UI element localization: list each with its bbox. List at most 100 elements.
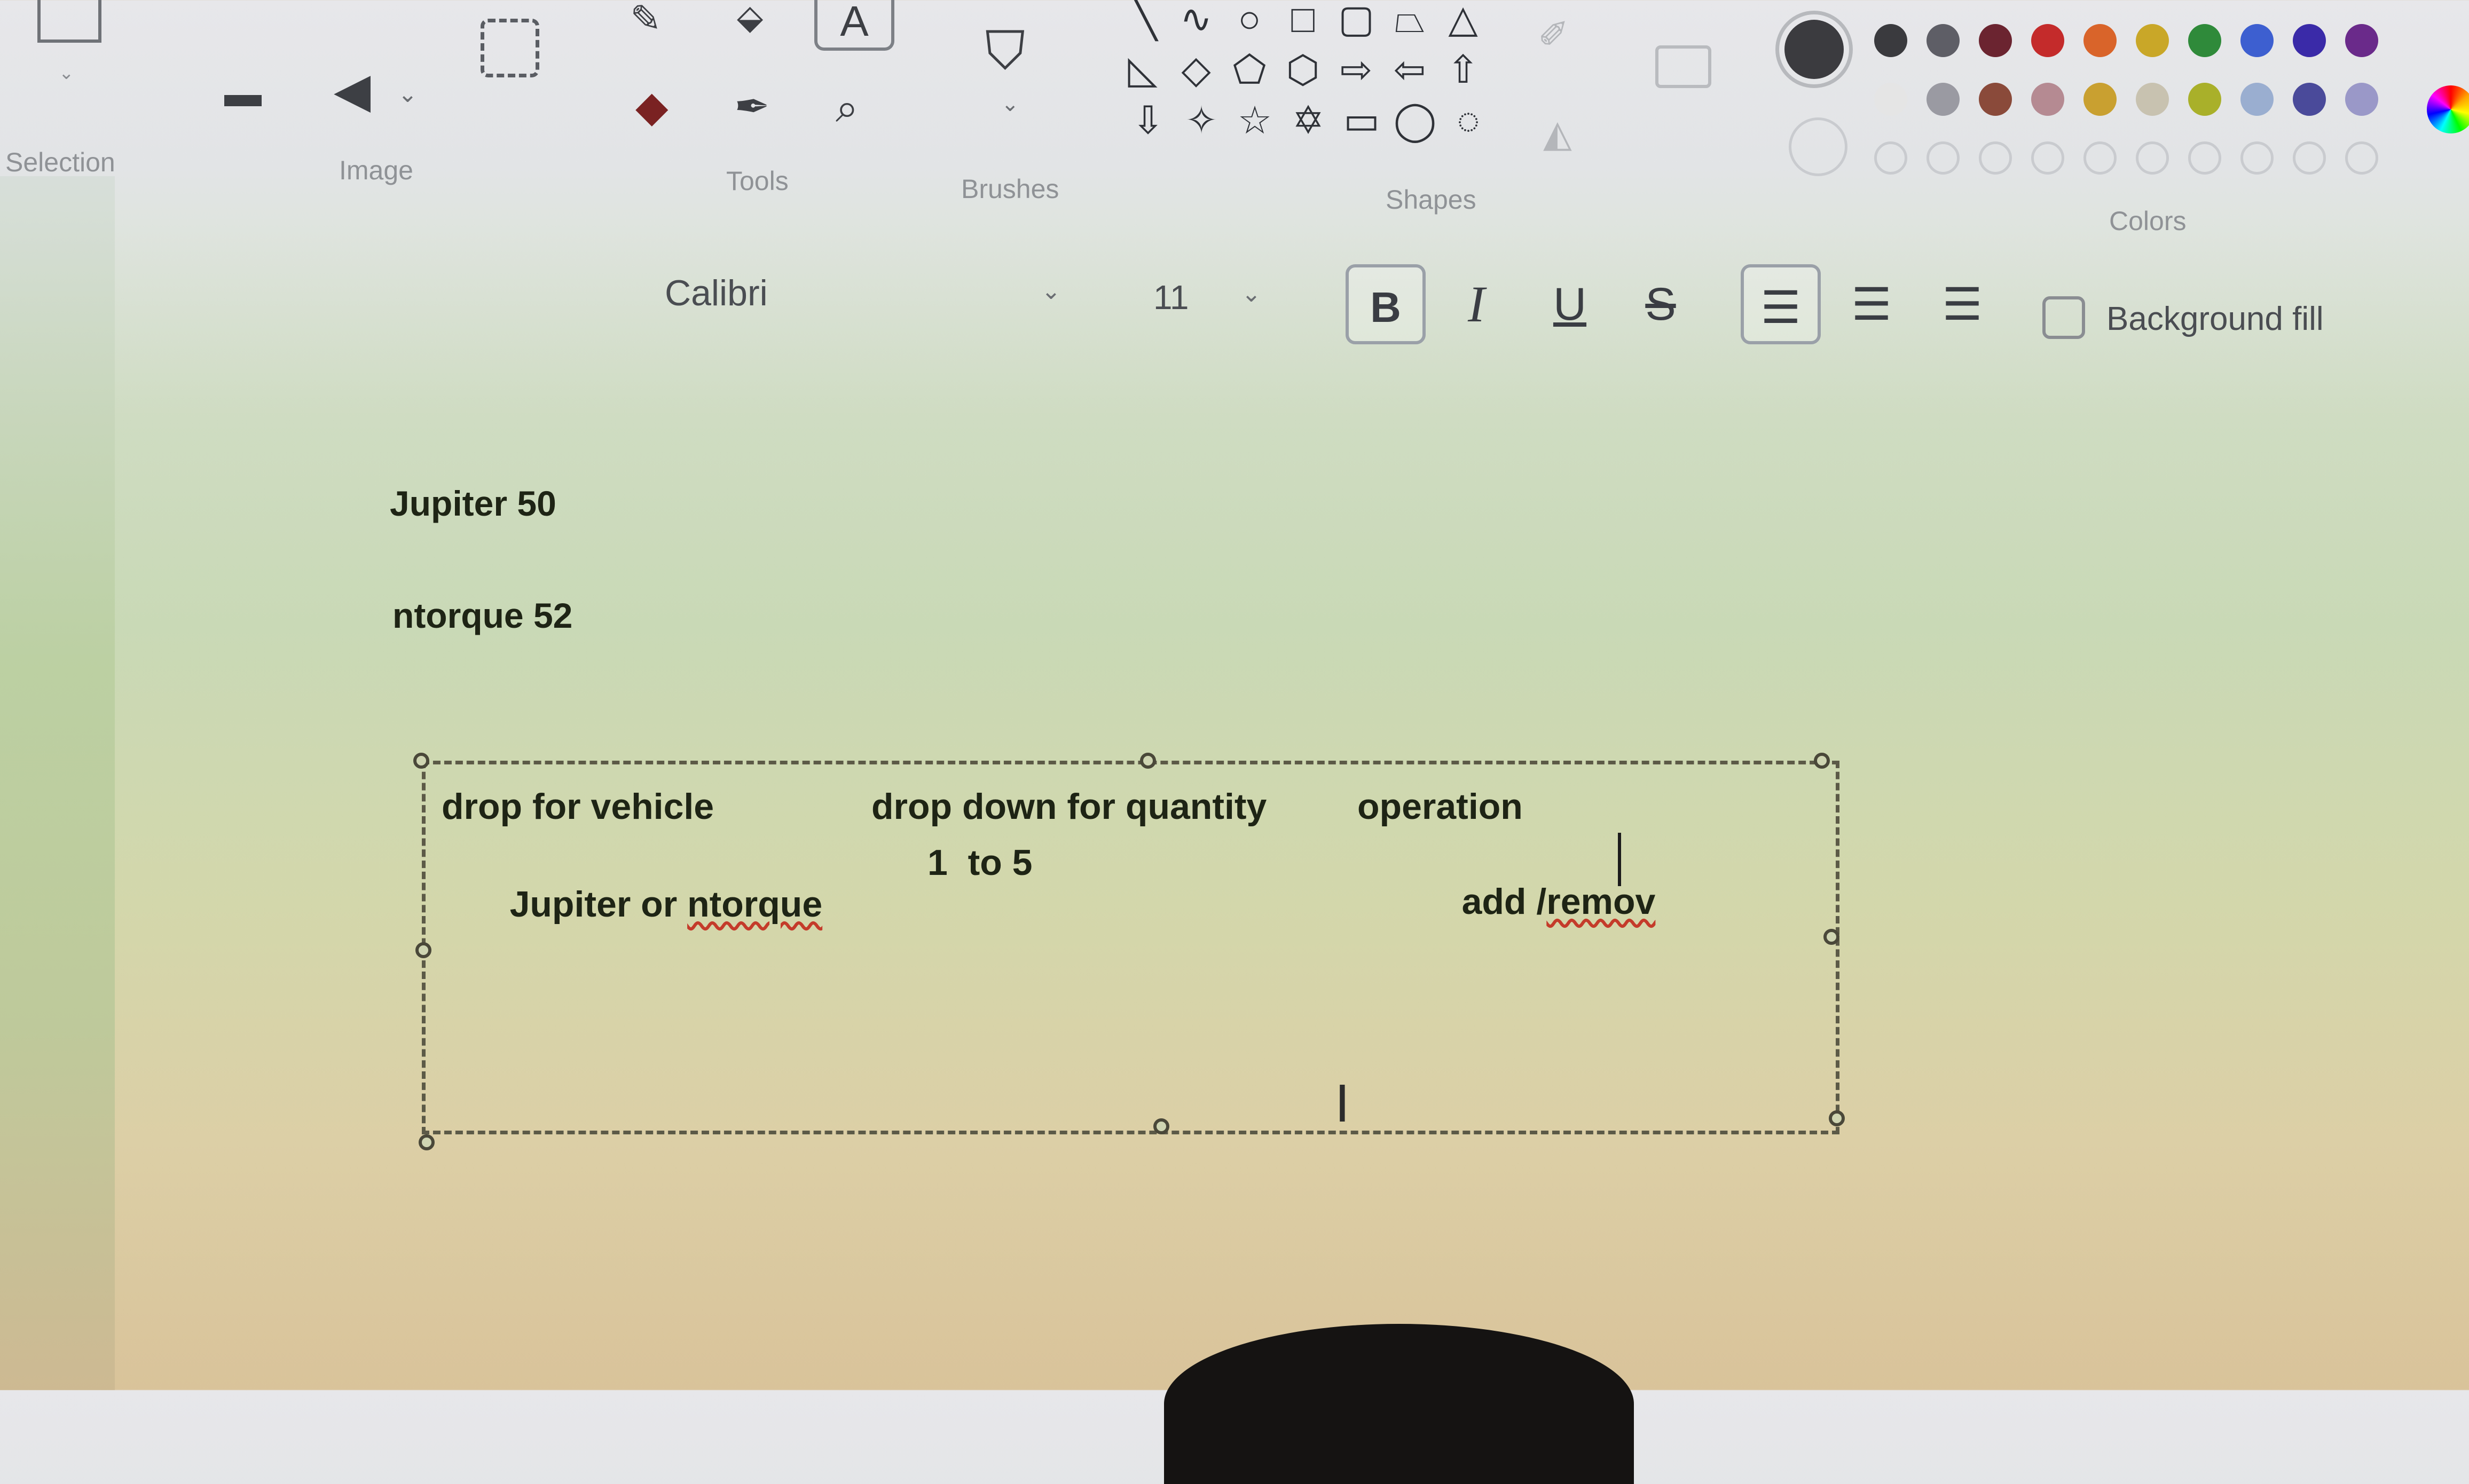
color-swatch[interactable] [1874, 24, 1907, 57]
triangle-shape-icon[interactable]: △ [1439, 0, 1487, 38]
hexagon-shape-icon[interactable]: ⬡ [1279, 51, 1327, 89]
text-caret [1618, 833, 1621, 886]
left-arrow-shape-icon[interactable]: ⇦ [1386, 51, 1434, 89]
color-swatch[interactable] [2083, 83, 2117, 116]
rect-callout-shape-icon[interactable]: ▭ [1338, 101, 1386, 140]
eraser-icon[interactable]: ◆ [635, 85, 669, 128]
crop-icon[interactable]: ▬ [224, 75, 262, 112]
color-swatch[interactable] [2136, 83, 2169, 116]
resize-handle-bottom-left[interactable] [419, 1134, 435, 1150]
color-swatch[interactable] [1874, 141, 1907, 175]
brush-icon[interactable]: ⛉ [985, 24, 1025, 77]
font-name-select[interactable]: Calibri [665, 272, 768, 314]
diamond-shape-icon[interactable]: ◇ [1172, 51, 1220, 89]
color-swatch[interactable] [1979, 83, 2012, 116]
edit-colors-icon[interactable] [2427, 85, 2469, 133]
color-swatch[interactable] [2293, 83, 2326, 116]
color-swatch[interactable] [2188, 141, 2221, 175]
group-label-image: Image [339, 155, 413, 185]
resize-handle-top-middle[interactable] [1140, 753, 1156, 769]
color-swatch[interactable] [2345, 24, 2378, 57]
curve-shape-icon[interactable]: ∿ [1172, 0, 1220, 38]
color-swatch[interactable] [2345, 83, 2378, 116]
vehicle-prefix-text: Jupiter or [509, 884, 688, 925]
strikethrough-button[interactable]: S [1621, 264, 1701, 344]
four-point-star-shape-icon[interactable]: ✧ [1177, 101, 1225, 140]
italic-button[interactable]: I [1436, 264, 1516, 344]
font-size-select[interactable]: 11 [1153, 278, 1189, 317]
color-swatch[interactable] [2293, 141, 2326, 175]
color-swatch[interactable] [2345, 141, 2378, 175]
select-rectangle-icon[interactable] [37, 0, 101, 43]
right-arrow-shape-icon[interactable]: ⇨ [1332, 51, 1380, 89]
size-icon[interactable] [1655, 45, 1711, 88]
rotate-icon[interactable]: ◀ [334, 67, 371, 115]
underline-button[interactable]: U [1530, 264, 1610, 344]
color-swatch[interactable] [2031, 83, 2064, 116]
color-swatch[interactable] [2240, 24, 2274, 57]
fill-icon[interactable]: ⬙ [737, 0, 763, 34]
color-swatch[interactable] [2188, 83, 2221, 116]
resize-icon[interactable] [481, 19, 539, 77]
color-swatch[interactable] [1874, 83, 1907, 116]
magnifier-icon[interactable]: ⌕ [836, 88, 859, 129]
select-chevron-icon[interactable]: ⌄ [59, 64, 74, 82]
primary-color-swatch[interactable] [1775, 11, 1853, 88]
primary-color-fill [1784, 20, 1844, 79]
text-tool-icon[interactable]: A [814, 0, 894, 51]
color-swatch[interactable] [1979, 141, 2012, 175]
color-swatch[interactable] [2031, 141, 2064, 175]
color-swatch[interactable] [1927, 83, 1960, 116]
align-right-button[interactable]: ☰ [1922, 264, 2002, 344]
color-swatch[interactable] [2240, 141, 2274, 175]
color-swatch[interactable] [2293, 24, 2326, 57]
rounded-rectangle-shape-icon[interactable]: ▢ [1332, 0, 1380, 38]
color-picker-icon[interactable]: ✒ [734, 85, 770, 128]
font-size-chevron-icon[interactable]: ⌄ [1241, 280, 1261, 307]
pentagon-shape-icon[interactable]: ⬠ [1225, 51, 1273, 89]
brush-dropdown-icon[interactable]: ⌄ [1001, 93, 1019, 115]
resize-handle-middle-right[interactable] [1823, 929, 1839, 945]
color-swatch[interactable] [2031, 24, 2064, 57]
cloud-callout-shape-icon[interactable]: ◌ [1444, 101, 1492, 140]
line-shape-icon[interactable]: ╲ [1121, 0, 1169, 38]
canvas-text-jupiter: Jupiter 50 [390, 484, 556, 523]
font-name-chevron-icon[interactable]: ⌄ [1041, 278, 1061, 305]
oval-callout-shape-icon[interactable]: ◯ [1391, 101, 1439, 140]
rectangle-shape-icon[interactable]: □ [1279, 0, 1327, 38]
polygon-shape-icon[interactable]: ⏢ [1386, 0, 1434, 38]
color-swatch[interactable] [2136, 141, 2169, 175]
bold-button[interactable]: B [1346, 264, 1426, 344]
color-swatch[interactable] [2188, 24, 2221, 57]
resize-handle-middle-left[interactable] [415, 942, 431, 958]
down-arrow-shape-icon[interactable]: ⇩ [1124, 101, 1172, 140]
right-triangle-shape-icon[interactable]: ◺ [1119, 51, 1167, 89]
color-swatch[interactable] [2083, 141, 2117, 175]
color-swatch[interactable] [1927, 24, 1960, 57]
color-swatch[interactable] [2136, 24, 2169, 57]
resize-handle-top-right[interactable] [1814, 753, 1830, 769]
pencil-icon[interactable]: ✎ [630, 0, 662, 37]
align-center-button[interactable]: ☰ [1831, 264, 1912, 344]
align-left-button[interactable]: ☰ [1741, 264, 1821, 344]
group-label-selection: Selection [5, 147, 115, 177]
left-background-strip [0, 176, 115, 1390]
up-arrow-shape-icon[interactable]: ⇧ [1439, 51, 1487, 89]
oval-shape-icon[interactable]: ○ [1225, 0, 1273, 38]
five-point-star-shape-icon[interactable]: ☆ [1231, 101, 1279, 140]
six-point-star-shape-icon[interactable]: ✡ [1284, 101, 1332, 140]
resize-handle-bottom-middle[interactable] [1153, 1118, 1169, 1134]
color-swatch[interactable] [1979, 24, 2012, 57]
fill-style-icon[interactable]: ◭ [1543, 115, 1572, 152]
secondary-color-swatch[interactable] [1789, 117, 1847, 176]
outline-icon[interactable]: ✐ [1538, 16, 1569, 53]
color-swatch[interactable] [1927, 141, 1960, 175]
active-text-box[interactable]: drop for vehicle drop down for quantity … [422, 761, 1839, 1134]
color-swatch[interactable] [2240, 83, 2274, 116]
rotate-dropdown-icon[interactable]: ⌄ [398, 83, 418, 106]
background-fill-checkbox[interactable] [2042, 296, 2085, 339]
textbox-value-vehicle: Jupiter or ntorque [469, 842, 823, 967]
resize-handle-bottom-right[interactable] [1829, 1110, 1845, 1126]
color-swatch[interactable] [2083, 24, 2117, 57]
resize-handle-top-left[interactable] [413, 753, 429, 769]
